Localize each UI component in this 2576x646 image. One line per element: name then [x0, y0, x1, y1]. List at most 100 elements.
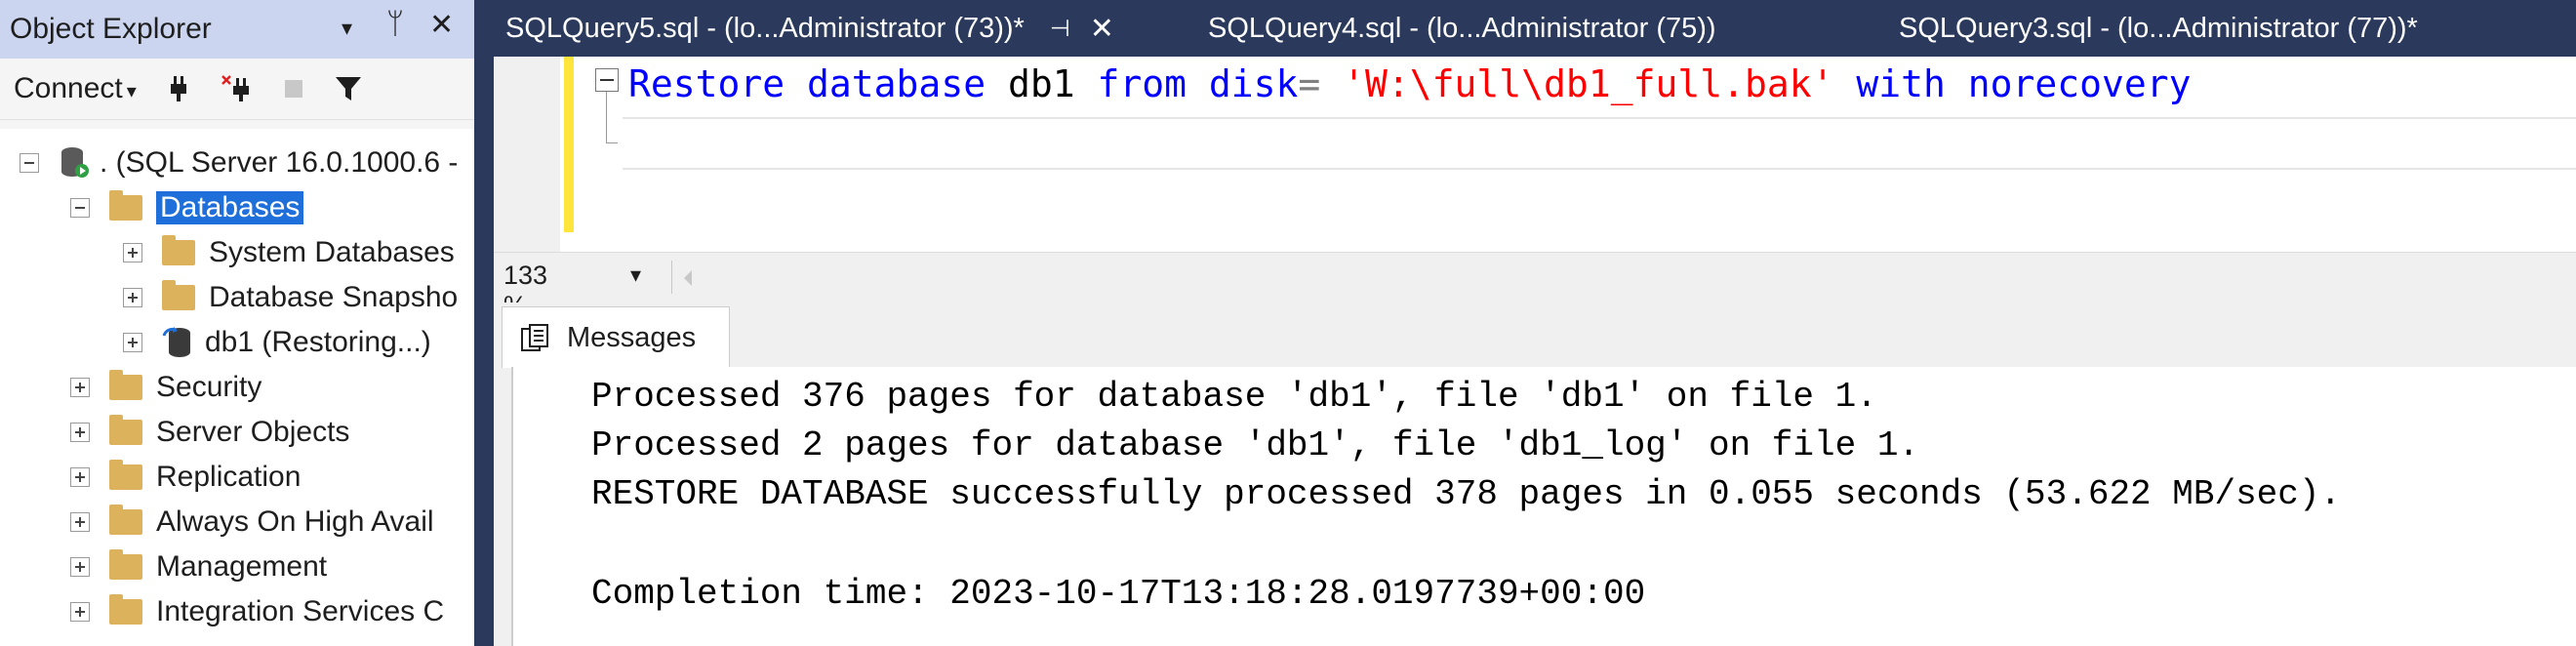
tree-node-label: . (SQL Server 16.0.1000.6 -	[100, 146, 459, 179]
tree-node-db1[interactable]: db1 (Restoring...)	[123, 320, 431, 365]
document-tab-bar: SQLQuery5.sql - (lo...Administrator (73)…	[494, 0, 2576, 57]
object-explorer-tree: . (SQL Server 16.0.1000.6 - Databases Sy…	[0, 129, 474, 646]
disconnect-icon[interactable]	[221, 74, 254, 103]
stop-icon[interactable]	[283, 78, 304, 100]
pin-tab-icon[interactable]: ⊣	[1050, 15, 1070, 43]
change-indicator-bar	[564, 57, 574, 232]
database-restoring-icon	[162, 327, 190, 357]
expand-toggle-icon[interactable]	[70, 602, 90, 622]
query-editor[interactable]: Restore database db1 from disk= 'W:\full…	[494, 57, 2576, 252]
folder-icon	[162, 235, 195, 265]
code-token-kw: disk	[1208, 62, 1299, 105]
code-token-op: =	[1298, 62, 1344, 105]
expand-toggle-icon[interactable]	[123, 288, 142, 307]
tree-node-database-snapshots[interactable]: Database Snapsho	[123, 275, 458, 320]
tab-label: Messages	[567, 321, 697, 353]
scroll-left-icon[interactable]	[681, 268, 695, 288]
tree-node-label: Management	[156, 550, 328, 583]
tree-node-server-objects[interactable]: Server Objects	[70, 410, 349, 455]
connect-label: Connect	[14, 72, 123, 104]
tab-sqlquery5[interactable]: SQLQuery5.sql - (lo...Administrator (73)…	[505, 0, 1114, 57]
folder-icon	[109, 370, 142, 400]
server-icon	[61, 147, 89, 178]
collapse-toggle-icon[interactable]	[70, 198, 90, 218]
outline-line	[606, 92, 607, 142]
zoom-level[interactable]: 133 %	[503, 261, 562, 320]
tab-sqlquery4[interactable]: SQLQuery4.sql - (lo...Administrator (75)…	[1208, 0, 1716, 57]
expand-toggle-icon[interactable]	[70, 423, 90, 442]
message-line: RESTORE DATABASE successfully processed …	[591, 474, 2342, 514]
tree-node-integration-services[interactable]: Integration Services C	[70, 589, 444, 634]
results-pane: Messages Processed 376 pages for databas…	[494, 303, 2576, 646]
object-explorer-titlebar: Object Explorer ▾ ᛘ ✕	[0, 0, 474, 59]
outline-collapse-icon[interactable]	[595, 68, 619, 92]
tree-node-system-databases[interactable]: System Databases	[123, 230, 455, 275]
folder-icon	[109, 415, 142, 445]
tree-node-replication[interactable]: Replication	[70, 455, 301, 500]
filter-icon[interactable]	[334, 74, 363, 103]
message-line: Completion time: 2023-10-17T13:18:28.019…	[591, 574, 1646, 614]
tab-messages[interactable]: Messages	[502, 306, 730, 368]
tree-node-label: Security	[156, 371, 262, 403]
tab-label: SQLQuery5.sql - (lo...Administrator (73)…	[505, 12, 1025, 44]
expand-toggle-icon[interactable]	[123, 333, 142, 352]
folder-icon	[162, 280, 195, 310]
chevron-down-icon: ▾	[126, 81, 137, 102]
code-token-id	[1833, 62, 1856, 105]
code-token-kw: Restore	[628, 62, 785, 105]
expand-toggle-icon[interactable]	[123, 243, 142, 262]
panel-dropdown-icon[interactable]: ▾	[342, 16, 352, 41]
zoom-dropdown-icon[interactable]: ▾	[630, 262, 641, 288]
code-line-1[interactable]: Restore database db1 from disk= 'W:\full…	[628, 62, 2192, 105]
tab-label: SQLQuery3.sql - (lo...Administrator (77)…	[1899, 12, 2418, 44]
folder-icon	[109, 190, 142, 221]
tree-node-label: Always On High Avail	[156, 505, 434, 538]
expand-toggle-icon[interactable]	[70, 467, 90, 487]
panel-splitter[interactable]	[474, 0, 494, 646]
current-line-highlight	[623, 117, 2576, 170]
code-token-kw: from	[1097, 62, 1187, 105]
tree-node-security[interactable]: Security	[70, 365, 262, 410]
code-token-id	[1187, 62, 1209, 105]
code-token-kw: norecovery	[1967, 62, 2192, 105]
code-token-id	[1946, 62, 1968, 105]
divider	[671, 261, 672, 294]
object-explorer-title: Object Explorer	[10, 13, 212, 45]
tab-label: SQLQuery4.sql - (lo...Administrator (75)…	[1208, 12, 1716, 44]
code-token-kw: database	[807, 62, 986, 105]
code-token-kw: with	[1856, 62, 1946, 105]
connect-plug-icon[interactable]	[166, 74, 191, 103]
tree-node-label: Replication	[156, 461, 302, 493]
tree-node-server[interactable]: . (SQL Server 16.0.1000.6 -	[20, 141, 458, 185]
code-token-id: db1	[986, 62, 1098, 105]
expand-toggle-icon[interactable]	[70, 378, 90, 397]
tree-node-label: Integration Services C	[156, 595, 445, 627]
folder-icon	[109, 505, 142, 535]
collapse-toggle-icon[interactable]	[20, 153, 39, 173]
folder-icon	[109, 594, 142, 625]
tree-node-label: Server Objects	[156, 416, 350, 448]
expand-toggle-icon[interactable]	[70, 512, 90, 532]
object-explorer-toolbar: Connect ▾	[0, 59, 474, 120]
folder-icon	[109, 549, 142, 580]
editor-status-strip: 133 % ▾	[494, 252, 2576, 320]
message-line: Processed 2 pages for database 'db1', fi…	[591, 425, 1920, 465]
tree-node-label: Database Snapsho	[209, 281, 459, 313]
messages-icon	[521, 324, 548, 351]
object-explorer-panel: Object Explorer ▾ ᛘ ✕ Connect ▾ . (SQL Se…	[0, 0, 474, 646]
close-icon[interactable]: ✕	[429, 8, 454, 42]
message-line: Processed 376 pages for database 'db1', …	[591, 377, 1877, 417]
tree-node-management[interactable]: Management	[70, 545, 327, 589]
tree-node-label: db1 (Restoring...)	[205, 326, 431, 358]
tab-sqlquery3[interactable]: SQLQuery3.sql - (lo...Administrator (77)…	[1899, 0, 2418, 57]
editor-gutter	[494, 57, 560, 252]
outline-line-end	[606, 142, 618, 143]
tree-node-databases[interactable]: Databases	[70, 185, 304, 230]
expand-toggle-icon[interactable]	[70, 557, 90, 577]
close-tab-icon[interactable]: ✕	[1090, 12, 1114, 46]
folder-icon	[109, 460, 142, 490]
pin-icon[interactable]: ᛘ	[386, 8, 404, 41]
tree-node-label: System Databases	[209, 236, 455, 268]
tree-node-always-on[interactable]: Always On High Avail	[70, 500, 434, 545]
connect-button[interactable]: Connect ▾	[14, 72, 137, 105]
